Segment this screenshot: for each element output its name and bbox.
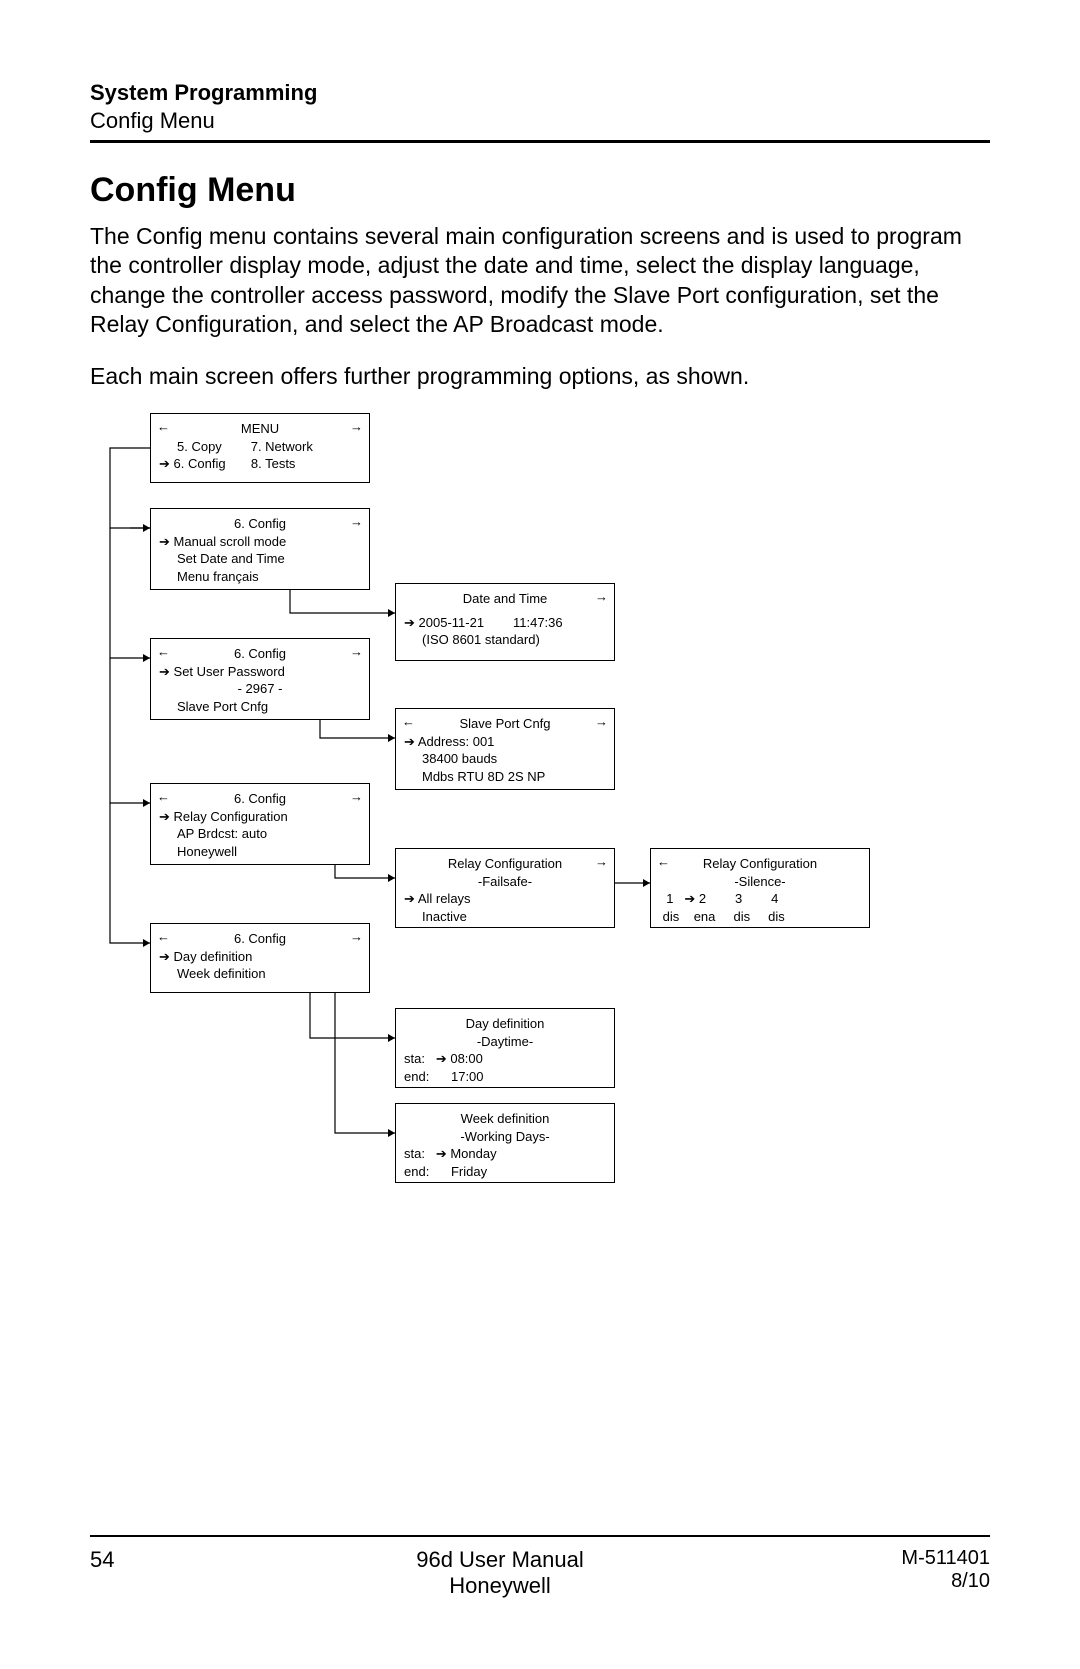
screen-day-definition: Day definition -Daytime- sta: ➔ 08:00 en… (395, 1008, 615, 1088)
config-line: Honeywell (159, 843, 361, 861)
screen-relay-silence: ← Relay Configuration -Silence- 1 ➔ 2 3 … (650, 848, 870, 928)
screen-title: 6. Config (159, 645, 361, 663)
select-icon: ➔ (436, 1146, 447, 1161)
footer-doc-title: 96d User Manual (170, 1547, 830, 1573)
header-section: System Programming (90, 80, 990, 106)
screen-slave-port: ← → Slave Port Cnfg ➔ Address: 001 38400… (395, 708, 615, 790)
nav-left-icon: ← (157, 643, 170, 661)
screen-config-2: ← → 6. Config ➔ Set User Password - 2967… (150, 638, 370, 720)
footer-date: 8/10 (830, 1570, 990, 1593)
screen-title: Relay Configuration (404, 855, 606, 873)
screen-title: Relay Configuration (659, 855, 861, 873)
config-line: Menu français (159, 568, 361, 586)
nav-right-icon: → (595, 588, 608, 606)
nav-left-icon: ← (402, 713, 415, 731)
relay-line: ➔ All relays (404, 890, 606, 908)
menu-line: ➔ 6. Config 8. Tests (159, 455, 361, 473)
config-line: ➔ Manual scroll mode (159, 533, 361, 551)
select-icon: ➔ (436, 1051, 447, 1066)
manual-page: System Programming Config Menu Config Me… (0, 0, 1080, 1669)
nav-right-icon: → (350, 788, 363, 806)
screen-title: MENU (159, 420, 361, 438)
screen-title: 6. Config (159, 515, 361, 533)
screen-menu: ← → MENU 5. Copy 7. Network ➔ 6. Config … (150, 413, 370, 483)
header-subsection: Config Menu (90, 108, 990, 134)
select-icon: ➔ (159, 664, 170, 679)
day-line: end: 17:00 (404, 1068, 606, 1086)
select-icon: ➔ (684, 891, 695, 906)
screen-config-1: → 6. Config ➔ Manual scroll mode Set Dat… (150, 508, 370, 590)
nav-right-icon: → (350, 928, 363, 946)
select-icon: ➔ (404, 615, 415, 630)
screen-subtitle: -Daytime- (404, 1033, 606, 1051)
day-line: sta: ➔ 08:00 (404, 1050, 606, 1068)
intro-paragraph-2: Each main screen offers further programm… (90, 362, 990, 391)
header-rule (90, 140, 990, 143)
config-line: ➔ Day definition (159, 948, 361, 966)
nav-left-icon: ← (657, 853, 670, 871)
relay-vals: dis ena dis dis (659, 908, 861, 926)
config-line: ➔ Set User Password (159, 663, 361, 681)
screen-title: Day definition (404, 1015, 606, 1033)
nav-right-icon: → (350, 418, 363, 436)
page-footer: 54 96d User Manual Honeywell M-511401 8/… (90, 1535, 990, 1599)
nav-left-icon: ← (157, 418, 170, 436)
config-line: Slave Port Cnfg (159, 698, 361, 716)
nav-left-icon: ← (157, 788, 170, 806)
menu-flow-diagram: ← → MENU 5. Copy 7. Network ➔ 6. Config … (90, 413, 990, 1233)
nav-right-icon: → (350, 643, 363, 661)
nav-left-icon: ← (157, 928, 170, 946)
slave-line: Mdbs RTU 8D 2S NP (404, 768, 606, 786)
slave-line: 38400 bauds (404, 750, 606, 768)
week-line: end: Friday (404, 1163, 606, 1181)
screen-subtitle: -Failsafe- (404, 873, 606, 891)
screen-subtitle: -Working Days- (404, 1128, 606, 1146)
nav-right-icon: → (595, 713, 608, 731)
config-line: ➔ Relay Configuration (159, 808, 361, 826)
select-icon: ➔ (159, 534, 170, 549)
screen-config-4: ← → 6. Config ➔ Day definition Week defi… (150, 923, 370, 993)
select-icon: ➔ (159, 456, 170, 471)
week-line: sta: ➔ Monday (404, 1145, 606, 1163)
nav-right-icon: → (595, 853, 608, 871)
screen-title: Slave Port Cnfg (404, 715, 606, 733)
config-line: Set Date and Time (159, 550, 361, 568)
nav-right-icon: → (350, 513, 363, 531)
screen-title: Date and Time (404, 590, 606, 608)
select-icon: ➔ (404, 891, 415, 906)
slave-line: ➔ Address: 001 (404, 733, 606, 751)
relay-cols: 1 ➔ 2 3 4 (659, 890, 861, 908)
select-icon: ➔ (404, 734, 415, 749)
screen-date-time: → Date and Time ➔ 2005-11-21 11:47:36 (I… (395, 583, 615, 661)
screen-relay-failsafe: → Relay Configuration -Failsafe- ➔ All r… (395, 848, 615, 928)
date-line: ➔ 2005-11-21 11:47:36 (404, 614, 606, 632)
footer-doc-number: M-511401 (830, 1547, 990, 1570)
intro-paragraph: The Config menu contains several main co… (90, 222, 990, 340)
footer-page-number: 54 (90, 1547, 170, 1599)
date-line: (ISO 8601 standard) (404, 631, 606, 649)
config-line: AP Brdcst: auto (159, 825, 361, 843)
config-line: Week definition (159, 965, 361, 983)
screen-subtitle: -Silence- (659, 873, 861, 891)
footer-brand: Honeywell (170, 1573, 830, 1599)
relay-line: Inactive (404, 908, 606, 926)
screen-title: Week definition (404, 1110, 606, 1128)
config-line: - 2967 - (159, 680, 361, 698)
select-icon: ➔ (159, 949, 170, 964)
screen-title: 6. Config (159, 930, 361, 948)
screen-title: 6. Config (159, 790, 361, 808)
screen-week-definition: Week definition -Working Days- sta: ➔ Mo… (395, 1103, 615, 1183)
page-title: Config Menu (90, 171, 990, 210)
select-icon: ➔ (159, 809, 170, 824)
menu-line: 5. Copy 7. Network (159, 438, 361, 456)
screen-config-3: ← → 6. Config ➔ Relay Configuration AP B… (150, 783, 370, 865)
